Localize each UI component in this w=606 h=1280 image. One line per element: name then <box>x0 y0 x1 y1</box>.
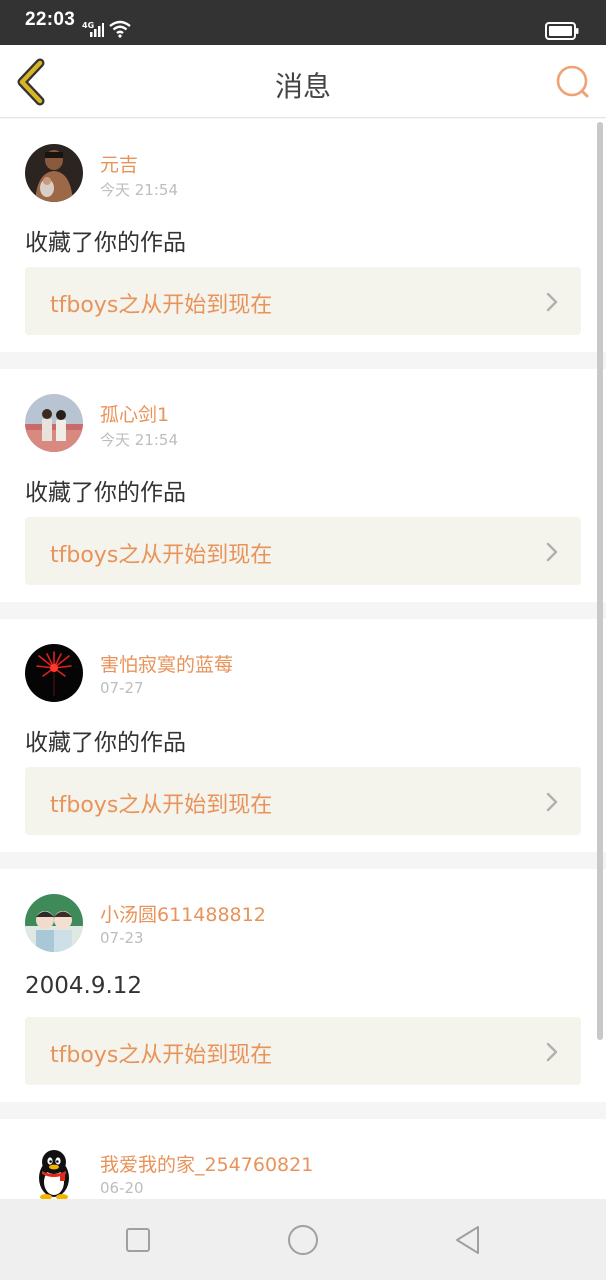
username[interactable]: 害怕寂寞的蓝莓 <box>100 650 233 677</box>
work-title: tfboys之从开始到现在 <box>50 543 273 568</box>
chevron-right-icon <box>546 1042 558 1062</box>
message-time: 07-27 <box>100 679 144 697</box>
work-title: tfboys之从开始到现在 <box>50 1043 273 1068</box>
chevron-right-icon <box>546 542 558 562</box>
work-title: tfboys之从开始到现在 <box>50 793 273 818</box>
username[interactable]: 小汤圆611488812 <box>100 900 266 927</box>
avatar[interactable] <box>25 644 83 702</box>
avatar-red-flower-photo <box>25 644 83 702</box>
message-card: 孤心剑1 今天 21:54 收藏了你的作品 tfboys之从开始到现在 <box>0 369 606 602</box>
system-navigation-bar <box>0 1199 606 1280</box>
avatar-person-photo <box>25 144 83 202</box>
signal-icon <box>90 23 104 37</box>
message-text: 收藏了你的作品 <box>25 480 186 506</box>
avatar-two-boys-photo <box>25 894 83 952</box>
avatar[interactable] <box>25 1144 83 1202</box>
work-title: tfboys之从开始到现在 <box>50 293 273 318</box>
username[interactable]: 元吉 <box>100 150 138 177</box>
message-time: 今天 21:54 <box>100 431 178 449</box>
chevron-right-icon <box>546 292 558 312</box>
message-time: 06-20 <box>100 1179 144 1197</box>
username[interactable]: 我爱我的家_254760821 <box>100 1150 313 1177</box>
avatar[interactable] <box>25 394 83 452</box>
avatar-couple-photo <box>25 394 83 452</box>
wifi-icon <box>109 20 131 38</box>
chevron-right-icon <box>546 792 558 812</box>
message-card: 小汤圆611488812 07-23 2004.9.12 tfboys之从开始到… <box>0 869 606 1102</box>
work-link[interactable]: tfboys之从开始到现在 <box>25 517 581 585</box>
avatar-qq-penguin <box>25 1144 83 1202</box>
message-text: 收藏了你的作品 <box>25 730 186 756</box>
work-link[interactable]: tfboys之从开始到现在 <box>25 1017 581 1085</box>
page-title: 消息 <box>274 70 331 103</box>
message-text: 收藏了你的作品 <box>25 230 186 256</box>
battery-icon <box>545 22 579 40</box>
search-icon[interactable] <box>553 63 593 103</box>
back-triangle-icon[interactable] <box>451 1223 485 1257</box>
message-time: 今天 21:54 <box>100 181 178 199</box>
username[interactable]: 孤心剑1 <box>100 400 169 427</box>
message-card: 害怕寂寞的蓝莓 07-27 收藏了你的作品 tfboys之从开始到现在 <box>0 619 606 852</box>
message-text: 2004.9.12 <box>25 973 143 999</box>
message-time: 07-23 <box>100 929 144 947</box>
message-card: 元吉 今天 21:54 收藏了你的作品 tfboys之从开始到现在 <box>0 119 606 352</box>
navigation-bar: 消息 <box>0 45 606 118</box>
scrollbar[interactable] <box>597 122 603 1040</box>
status-bar: 22:03 4G <box>0 0 606 45</box>
work-link[interactable]: tfboys之从开始到现在 <box>25 267 581 335</box>
work-link[interactable]: tfboys之从开始到现在 <box>25 767 581 835</box>
avatar[interactable] <box>25 144 83 202</box>
recent-apps-icon[interactable] <box>121 1223 155 1257</box>
message-list: 元吉 今天 21:54 收藏了你的作品 tfboys之从开始到现在 孤心剑1 今… <box>0 119 606 1219</box>
avatar[interactable] <box>25 894 83 952</box>
status-time: 22:03 <box>25 9 76 30</box>
home-icon[interactable] <box>286 1223 320 1257</box>
messages-screen: 22:03 4G 消息 元吉 今天 21:54 收藏了你的作品 tfboys之从… <box>0 0 606 1280</box>
